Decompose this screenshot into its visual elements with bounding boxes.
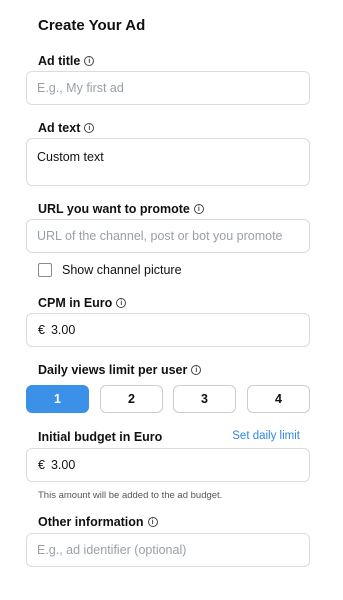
set-daily-limit-link[interactable]: Set daily limit: [232, 430, 300, 442]
info-icon[interactable]: i: [84, 56, 95, 66]
info-icon[interactable]: i: [193, 204, 204, 214]
daily-views-option-3[interactable]: 3: [173, 385, 236, 413]
daily-views-option-2[interactable]: 2: [100, 385, 163, 413]
daily-views-option-4[interactable]: 4: [247, 385, 310, 413]
info-icon[interactable]: i: [116, 298, 127, 308]
budget-hint: This amount will be added to the ad budg…: [38, 490, 223, 501]
cpm-label-text: CPM in Euro: [38, 296, 113, 310]
info-icon[interactable]: i: [84, 123, 95, 133]
euro-currency-icon: €: [38, 458, 45, 472]
budget-value: 3.00: [50, 458, 76, 472]
other-info-input[interactable]: E.g., ad identifier (optional): [26, 533, 310, 567]
show-picture-row[interactable]: Show channel picture: [38, 263, 182, 277]
budget-input[interactable]: € 3.00: [26, 448, 310, 482]
url-label-text: URL you want to promote: [38, 202, 190, 216]
other-info-placeholder: E.g., ad identifier (optional): [37, 543, 187, 557]
daily-views-option-1[interactable]: 1: [26, 385, 89, 413]
cpm-value: 3.00: [50, 323, 76, 337]
budget-label: Initial budget in Euro: [38, 430, 162, 444]
url-label: URL you want to promote i: [38, 202, 204, 216]
euro-currency-icon: €: [38, 323, 45, 337]
page-title: Create Your Ad: [38, 17, 146, 34]
ad-text-label-text: Ad text: [38, 121, 81, 135]
info-icon[interactable]: i: [191, 365, 202, 375]
cpm-input[interactable]: € 3.00: [26, 313, 310, 347]
ad-text-value: Custom text: [37, 150, 104, 164]
url-input[interactable]: URL of the channel, post or bot you prom…: [26, 219, 310, 253]
info-icon[interactable]: i: [147, 517, 158, 527]
ad-title-input[interactable]: E.g., My first ad: [26, 71, 310, 105]
url-placeholder: URL of the channel, post or bot you prom…: [37, 229, 283, 243]
ad-text-textarea[interactable]: Custom text: [26, 138, 310, 186]
create-ad-form: Create Your Ad Ad title i E.g., My first…: [0, 0, 343, 600]
ad-title-placeholder: E.g., My first ad: [37, 81, 124, 95]
show-picture-label: Show channel picture: [62, 263, 182, 277]
other-info-label: Other information i: [38, 515, 158, 529]
show-picture-checkbox[interactable]: [38, 263, 52, 277]
budget-label-text: Initial budget in Euro: [38, 430, 163, 444]
daily-views-label-text: Daily views limit per user: [38, 363, 188, 377]
other-info-label-text: Other information: [38, 515, 144, 529]
ad-title-label: Ad title i: [38, 54, 95, 68]
ad-title-label-text: Ad title: [38, 54, 81, 68]
ad-text-label: Ad text i: [38, 121, 95, 135]
daily-views-label: Daily views limit per user i: [38, 363, 202, 377]
cpm-label: CPM in Euro i: [38, 296, 127, 310]
